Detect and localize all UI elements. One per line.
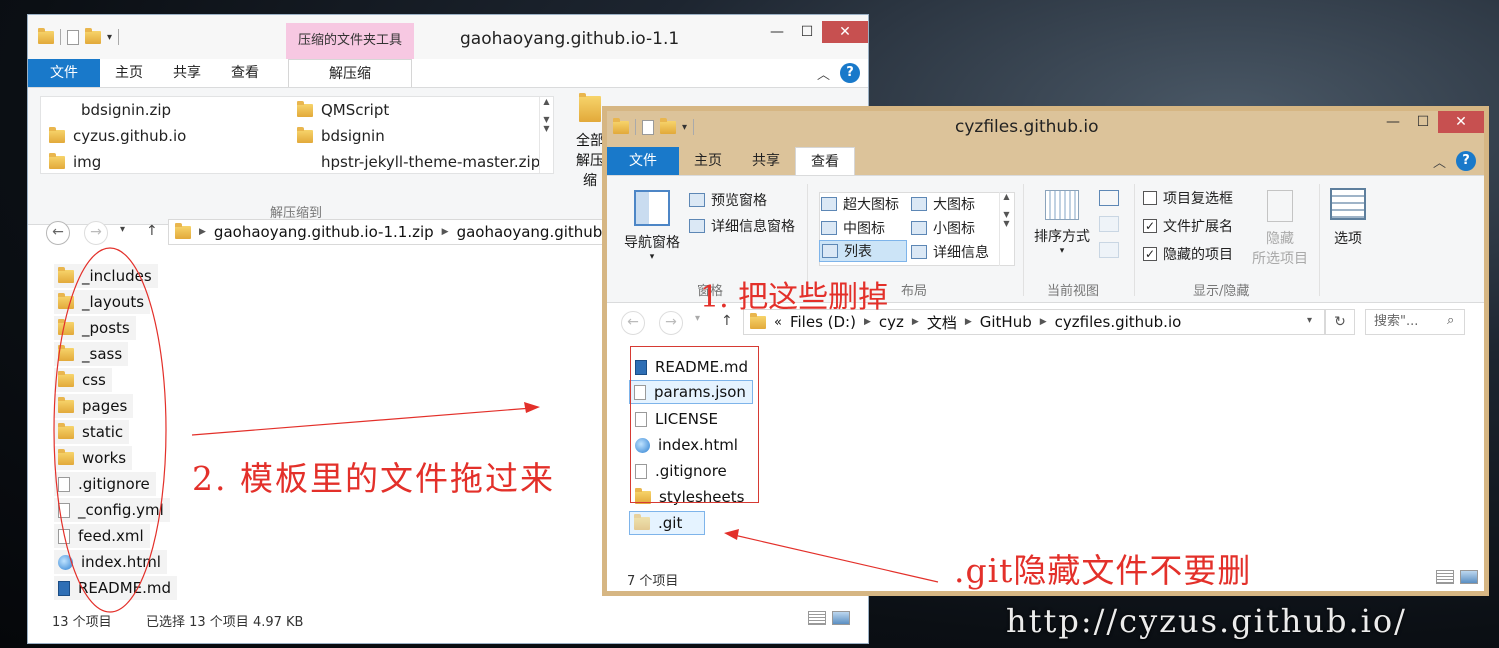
watermark: http://cyzus.github.io/ [1006, 602, 1407, 640]
annotation-overlay [53, 247, 939, 613]
drag-arrow [191, 407, 533, 436]
annotation-keep-git: .git隐藏文件不要删 [954, 551, 1252, 590]
delete-files-box [630, 346, 759, 503]
arrowhead [724, 529, 739, 540]
annotation-delete: 1. 把这些删掉 [700, 280, 889, 315]
selection-ellipse [53, 247, 167, 613]
keep-git-arrow [733, 534, 939, 583]
annotation-drag: 2. 模板里的文件拖过来 [192, 459, 555, 498]
arrowhead [524, 402, 540, 413]
